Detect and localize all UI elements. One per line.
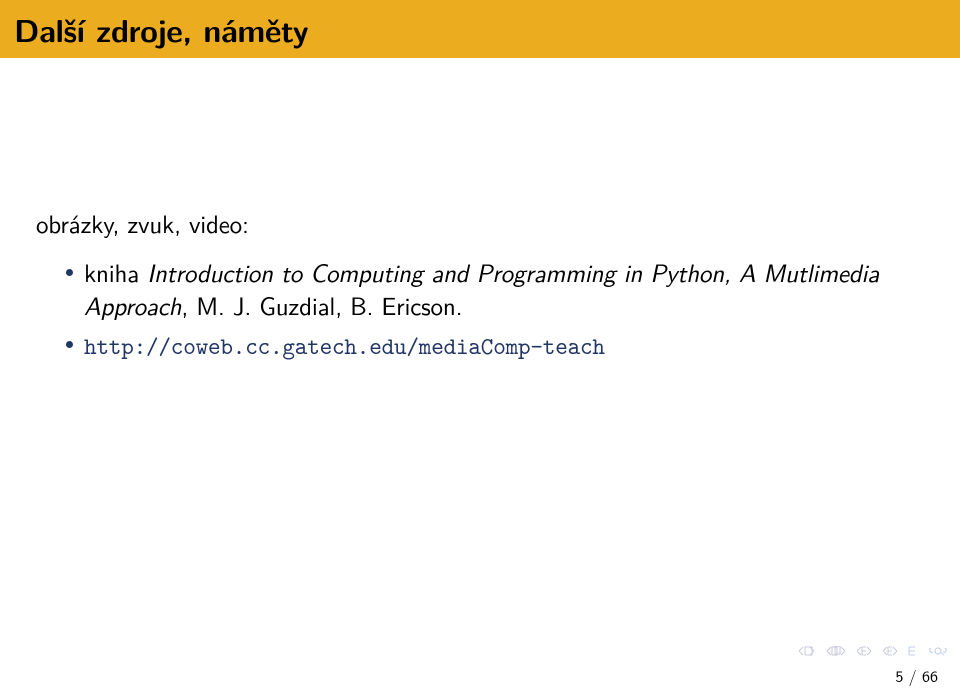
page-total: 66 [922, 664, 938, 687]
resource-link[interactable]: http://coweb.cc.gatech.edu/mediaComp-tea… [84, 330, 605, 362]
nav-icons [798, 646, 948, 656]
page-number: 5 / 66 [895, 664, 948, 687]
slide-title: Další zdroje, náměty [14, 6, 308, 52]
intro-text: obrázky, zvuk, video: [36, 204, 924, 241]
nav-back-icon[interactable] [856, 646, 872, 656]
nav-search-icon[interactable] [928, 646, 948, 656]
book-suffix: , M. J. Guzdial, B. Ericson. [181, 286, 462, 323]
list-item: http://coweb.cc.gatech.edu/mediaComp-tea… [66, 327, 924, 363]
nav-forward-icon[interactable] [882, 646, 898, 656]
slide-footer: 5 / 66 [798, 646, 948, 687]
nav-mode-icon[interactable] [908, 646, 918, 656]
slide-header: Další zdroje, náměty [0, 0, 960, 58]
page-sep: / [903, 664, 922, 687]
nav-prev-icon[interactable] [826, 646, 846, 656]
slide-content: obrázky, zvuk, video: kniha Introduction… [0, 58, 960, 363]
bullet-list: kniha Introduction to Computing and Prog… [36, 255, 924, 363]
nav-first-icon[interactable] [798, 646, 816, 656]
list-item: kniha Introduction to Computing and Prog… [66, 255, 924, 321]
book-prefix: kniha [84, 253, 147, 290]
